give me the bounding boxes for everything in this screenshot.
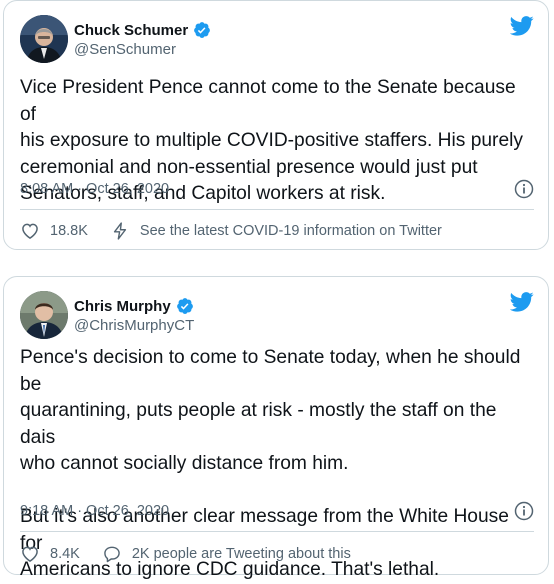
display-name[interactable]: Chris Murphy	[74, 298, 171, 315]
verified-badge-icon	[194, 22, 211, 38]
verified-badge-icon	[176, 298, 193, 314]
twitter-bird-icon[interactable]	[510, 15, 534, 37]
divider	[20, 531, 534, 532]
like-count[interactable]: 8.4K	[50, 546, 80, 562]
display-name[interactable]: Chuck Schumer	[74, 22, 188, 39]
heart-icon[interactable]	[20, 221, 40, 241]
speech-bubble-icon	[104, 546, 120, 563]
timestamp-separator: ·	[77, 181, 83, 197]
covid-info-link[interactable]: See the latest COVID-19 information on T…	[140, 223, 442, 239]
info-icon[interactable]	[514, 179, 534, 199]
lightning-icon	[113, 222, 127, 240]
tweet-card[interactable]: Chuck Schumer @SenSchumer Vice President…	[3, 0, 549, 250]
tweet-actions: 8.4K 2K people are Tweeting about this	[20, 544, 351, 564]
avatar[interactable]	[20, 15, 68, 63]
twitter-bird-icon[interactable]	[510, 291, 534, 313]
info-icon[interactable]	[514, 501, 534, 521]
like-count[interactable]: 18.8K	[50, 223, 88, 239]
tweet-date: Oct 26, 2020	[86, 503, 170, 519]
tweet-date: Oct 26, 2020	[86, 181, 170, 197]
user-handle[interactable]: @SenSchumer	[74, 41, 176, 58]
tweet-time: 8:08 AM	[20, 181, 74, 197]
user-handle[interactable]: @ChrisMurphyCT	[74, 317, 194, 334]
divider	[20, 209, 534, 210]
avatar[interactable]	[20, 291, 68, 339]
tweet-card[interactable]: Chris Murphy @ChrisMurphyCT Pence's deci…	[3, 276, 549, 580]
tweet-timestamp[interactable]: 9:18 AM · Oct 26, 2020	[20, 503, 173, 519]
tweeting-about-link[interactable]: 2K people are Tweeting about this	[132, 546, 351, 562]
tweet-actions: 18.8K See the latest COVID-19 informatio…	[20, 221, 442, 241]
heart-icon[interactable]	[20, 544, 40, 564]
tweet-time: 9:18 AM	[20, 503, 74, 519]
tweet-timestamp[interactable]: 8:08 AM · Oct 26, 2020	[20, 181, 173, 197]
timestamp-separator: ·	[77, 503, 83, 519]
